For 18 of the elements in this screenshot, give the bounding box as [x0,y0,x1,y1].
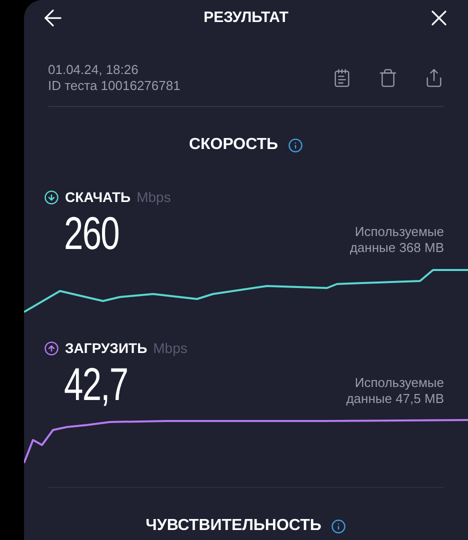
data-used-text: Используемые данные 368 MB [348,224,444,256]
speed-value: 260 [64,208,119,258]
window-title: РЕЗУЛЬТАТ [204,8,288,28]
document-icon[interactable] [332,68,352,88]
section-title: СКОРОСТЬ [188,135,278,155]
measurement-label: СКАЧАТЬ [65,188,131,207]
unit-label: Mbps [153,339,188,358]
section-title: ЧУВСТВИТЕЛЬНОСТЬ [146,516,322,536]
measurement-label: ЗАГРУЗИТЬ [65,339,148,358]
test-id: ID теста 10016276781 [48,78,180,94]
unit-label: Mbps [136,188,171,207]
share-icon[interactable] [424,68,444,88]
trash-icon[interactable] [378,68,398,88]
test-datetime: 01.04.24, 18:26 [48,62,140,78]
info-icon[interactable] [288,138,304,152]
info-icon[interactable] [331,518,346,534]
data-used-text: Используемые данные 47,5 MB [345,375,444,407]
speed-value: 42,7 [64,359,128,409]
